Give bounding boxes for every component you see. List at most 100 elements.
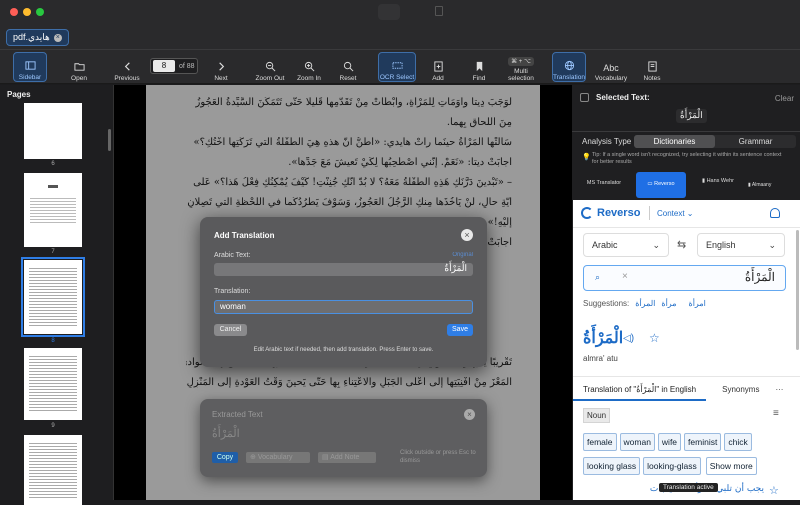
translation-chip[interactable]: chick	[724, 433, 752, 451]
sidebar-scrollbar[interactable]	[108, 129, 111, 151]
original-link[interactable]: Original	[452, 252, 473, 258]
add-note-label: Add Note	[330, 454, 360, 461]
translation-chip[interactable]: feminist	[684, 433, 722, 451]
zoom-in-button[interactable]: Zoom In	[293, 52, 325, 82]
vocabulary-button-popup[interactable]: ⊕ Vocabulary	[246, 452, 310, 463]
dictionaries-option[interactable]: Dictionaries	[634, 135, 715, 148]
translation-chip[interactable]: looking-glass	[643, 457, 701, 475]
reverso-search-box[interactable]: ⌕ × الْمَرْأَةُ	[583, 265, 786, 291]
minimize-window-button[interactable]	[23, 8, 31, 16]
dialog-close-icon[interactable]: ×	[461, 229, 473, 241]
translation-tab[interactable]: Translation of "الْمَرْأَةُ" in English	[573, 381, 707, 401]
document-tab-label: pdf.هايدي	[13, 32, 50, 42]
find-label: Find	[472, 75, 486, 82]
add-translation-dialog: Add Translation × Arabic Text: Original …	[200, 217, 487, 367]
context-dropdown[interactable]: Context ⌄	[657, 209, 694, 218]
extracted-close-icon[interactable]: ×	[464, 409, 475, 420]
translation-chip[interactable]: looking glass	[583, 457, 641, 475]
filter-icon[interactable]: ≡	[773, 408, 779, 419]
service-tabs: MS Translator ▭ Reverso ▮ Hans Wehr ▮ Al…	[572, 171, 800, 199]
pdf-text-line[interactable]: أيَّةِ حالٍ، لَنْ يَأْخُذَها مِنكِ الرَّ…	[186, 197, 512, 208]
cancel-button[interactable]: Cancel	[214, 324, 247, 336]
more-tab[interactable]: ···	[759, 381, 783, 401]
page-thumbnail[interactable]	[24, 173, 82, 247]
open-button[interactable]: Open	[64, 52, 94, 82]
page-thumbnail[interactable]	[24, 103, 82, 159]
target-language-select[interactable]: English ⌄	[697, 233, 785, 257]
add-button[interactable]: Add	[428, 52, 448, 82]
analysis-type-label: Analysis Type	[582, 137, 632, 146]
extracted-value: الْمَرْأَةُ	[212, 427, 240, 440]
service-almaany[interactable]: ▮ Almaany	[748, 173, 796, 197]
reverso-scrollbar[interactable]	[796, 230, 799, 350]
globe-icon	[564, 60, 574, 71]
suggestion-item[interactable]: مرأة	[661, 299, 676, 308]
notes-button[interactable]: Notes	[640, 52, 664, 82]
arabic-text-field[interactable]: الْمَرْأَةُ	[214, 263, 473, 276]
multi-selection-button[interactable]: ⌘ + ⌥ Multi selection	[504, 52, 538, 82]
translation-field[interactable]: woman	[214, 300, 473, 314]
extracted-text-popup: Extracted Text × الْمَرْأَةُ Copy ⊕ Voca…	[200, 399, 487, 477]
clear-button[interactable]: Clear	[775, 94, 794, 103]
document-tab[interactable]: pdf.هايدي ×	[6, 29, 69, 46]
ocr-select-icon	[391, 62, 403, 69]
source-language-select[interactable]: Arabic ⌄	[583, 233, 669, 257]
vocabulary-button[interactable]: Abc Vocabulary	[594, 52, 628, 82]
service-hans-wehr[interactable]: ▮ Hans Wehr	[696, 173, 736, 197]
transliteration: almra' atu	[583, 354, 618, 363]
pdf-text-line[interactable]: لوَجَبَ دِيتا وآوَمَأتِ لِلْمَرْأةِ، وأَ…	[186, 97, 512, 108]
next-button[interactable]: Next	[210, 52, 232, 82]
save-button[interactable]: Save	[447, 324, 473, 336]
suggestion-item[interactable]: امرأة	[689, 299, 706, 308]
pdf-text-line[interactable]: – «تَبْدينَ دَرَّنَكِ هَذِهِ الطِّفْلةُ …	[186, 177, 512, 188]
pdf-text-line[interactable]: سَأَلَتْها المَرْأةُ حينَما رأتْ هايدي: …	[186, 137, 512, 148]
translation-button[interactable]: Translation	[552, 52, 586, 82]
zoom-out-button[interactable]: Zoom Out	[252, 52, 288, 82]
speaker-icon[interactable]: ◁)	[623, 333, 634, 344]
reset-button[interactable]: Reset	[334, 52, 362, 82]
suggestion-item[interactable]: المرأة	[635, 299, 655, 308]
swap-languages-icon[interactable]: ⇆	[677, 238, 686, 251]
grammar-option[interactable]: Grammar	[715, 135, 796, 148]
pages-sidebar: Pages 6 7 8 9	[0, 85, 114, 505]
pdf-text-line[interactable]: أجابَتْ ديتا: «نَعَمْ. إنَّني أصْطَحِبُه…	[186, 157, 512, 168]
favorite-star-icon[interactable]: ☆	[649, 331, 660, 345]
panel-collapse-icon[interactable]	[580, 93, 589, 102]
share-icon[interactable]	[435, 6, 443, 16]
find-button[interactable]: Find	[469, 52, 489, 82]
page-thumbnail[interactable]	[24, 435, 82, 505]
next-label: Next	[214, 75, 228, 82]
search-icon[interactable]: ⌕	[595, 272, 600, 283]
user-icon[interactable]	[770, 208, 780, 218]
copy-button[interactable]: Copy	[212, 452, 238, 463]
service-ms-translator[interactable]: MS Translator	[574, 173, 634, 197]
translation-chip[interactable]: female	[583, 433, 617, 451]
page-input[interactable]: 8	[153, 60, 175, 72]
synonyms-tab[interactable]: Synonyms	[706, 381, 759, 401]
service-reverso[interactable]: ▭ Reverso	[636, 172, 686, 198]
previous-button[interactable]: Previous	[110, 52, 144, 82]
sidebar-button[interactable]: Sidebar	[13, 52, 47, 82]
translation-chip[interactable]: woman	[619, 433, 655, 451]
add-note-button[interactable]: ▤ Add Note	[318, 452, 376, 463]
service-ms-label: MS Translator	[586, 180, 622, 186]
window-control[interactable]	[378, 4, 400, 20]
arabic-text-label: Arabic Text:	[214, 252, 251, 259]
page-thumbnail[interactable]	[24, 348, 82, 420]
clear-search-icon[interactable]: ×	[622, 271, 628, 282]
folder-icon	[73, 63, 85, 71]
page-thumbnail-selected[interactable]	[21, 257, 85, 337]
tip-text: Tip: If a single word isn't recognized, …	[592, 152, 782, 165]
service-reverso-label: Reverso	[654, 181, 675, 187]
pdf-text-line[interactable]: مِنَ اللَّحاقِ بِهِما.	[186, 117, 512, 128]
translation-chip[interactable]: wife	[657, 433, 682, 451]
pdf-text-line[interactable]: المَعْزَ مِنْ أفْنِيَتِها إلى أعْلى الجَ…	[186, 377, 512, 388]
close-tab-icon[interactable]: ×	[53, 33, 62, 42]
show-more-button[interactable]: Show more	[705, 457, 757, 475]
ocr-select-button[interactable]: OCR Select	[378, 52, 416, 82]
favorite-star-icon[interactable]: ☆	[769, 484, 779, 497]
zoom-window-button[interactable]	[36, 8, 44, 16]
close-window-button[interactable]	[10, 8, 18, 16]
page-thumbnail-label: 9	[51, 423, 55, 429]
chevron-down-icon: ⌄	[768, 240, 776, 250]
